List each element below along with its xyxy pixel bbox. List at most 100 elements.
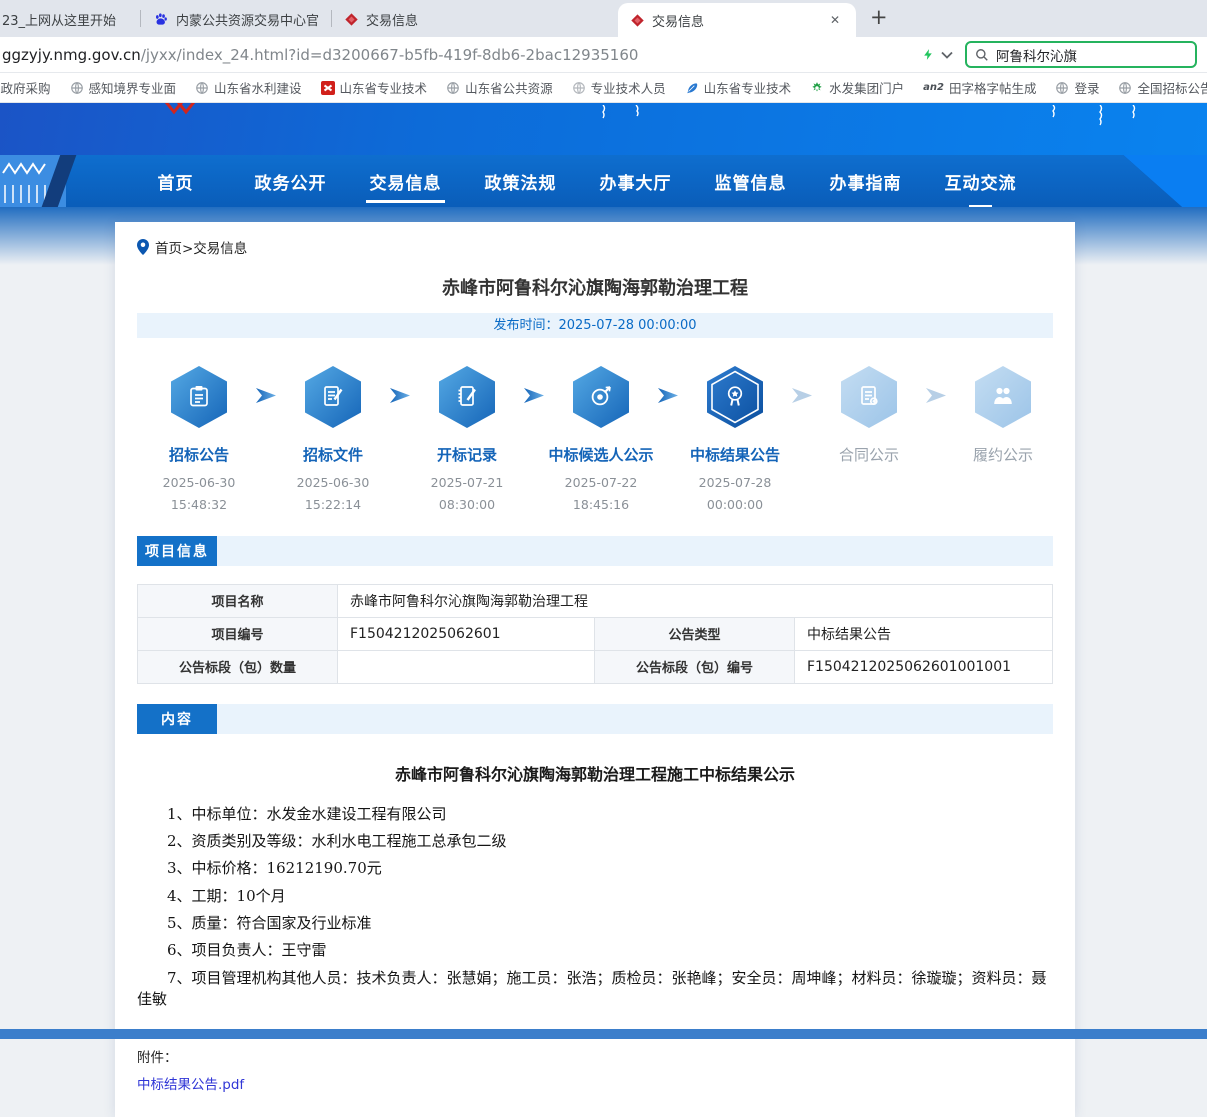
step-winning-result-announcement[interactable]: 中标结果公告 2025-07-2800:00:00 [679, 365, 791, 516]
close-icon[interactable]: ✕ [826, 11, 844, 29]
announcement-type-label: 公告类型 [595, 617, 795, 650]
globe-icon [195, 81, 209, 95]
step-arrow-icon [657, 365, 679, 404]
people-icon [974, 365, 1032, 429]
content-line: 2、资质类别及等级：水利水电工程施工总承包二级 [137, 831, 1053, 852]
nav-item-service-hall[interactable]: 办事大厅 [578, 169, 693, 194]
breadcrumb[interactable]: 首页>交易信息 [137, 237, 1053, 257]
step-winning-candidate-publicity[interactable]: 中标候选人公示 2025-07-2218:45:16 [545, 365, 657, 516]
feather-icon [685, 81, 699, 95]
nav-zigzag-decoration [2, 161, 48, 175]
clipboard-icon [170, 365, 228, 429]
bookmark-item[interactable]: 省政府采购 [0, 78, 51, 97]
notebook-pen-icon [438, 365, 496, 429]
attachment-pdf-link[interactable]: 中标结果公告.pdf [137, 1073, 244, 1093]
step-label: 开标记录 [411, 444, 523, 465]
content-section-header: 内容 [137, 704, 1053, 734]
chevron-down-icon[interactable] [941, 51, 953, 59]
mongolian-script-decoration [1095, 105, 1105, 127]
url-field[interactable]: ggzyjy.nmg.gov.cn/jyxx/index_24.html?id=… [2, 46, 638, 64]
step-datetime: 2025-07-2800:00:00 [679, 472, 791, 516]
file-pen-icon [304, 365, 362, 429]
nav-item-policy[interactable]: 政策法规 [463, 169, 578, 194]
project-name-label: 项目名称 [138, 584, 338, 617]
attachment-label: 附件： [137, 1046, 1053, 1066]
project-number-value: F1504212025062601 [338, 617, 595, 650]
bookmark-item[interactable]: 专业技术人员 [572, 78, 666, 97]
nav-item-supervision[interactable]: 监管信息 [693, 169, 808, 194]
main-navigation: 首页 政务公开 交易信息 政策法规 办事大厅 监管信息 办事指南 互动交流 [0, 155, 1207, 207]
mongolian-script-decoration [598, 105, 608, 121]
tab-separator [331, 10, 332, 27]
content-line: 1、中标单位：水发金水建设工程有限公司 [137, 804, 1053, 825]
content-line: 6、项目负责人：王守雷 [137, 940, 1053, 961]
table-row: 项目名称 赤峰市阿鲁科尔沁旗陶海郭勒治理工程 [138, 584, 1053, 617]
baidu-icon [153, 11, 169, 27]
nav-item-gov-disclosure[interactable]: 政务公开 [233, 169, 348, 194]
section-count-value [338, 650, 595, 683]
page-title: 赤峰市阿鲁科尔沁旗陶海郭勒治理工程 [137, 274, 1053, 300]
new-tab-button[interactable]: + [856, 5, 900, 33]
bookmark-item[interactable]: 感知境界专业面 [70, 78, 177, 97]
content-line: 7、项目管理机构其他人员：技术负责人：张慧娟；施工员：张浩；质检员：张艳峰；安全… [137, 968, 1053, 1011]
bookmark-item[interactable]: 山东省专业技术 [685, 78, 792, 97]
address-bar: ggzyjy.nmg.gov.cn/jyxx/index_24.html?id=… [0, 37, 1207, 73]
target-icon [572, 365, 630, 429]
mongolian-script-decoration [1128, 105, 1138, 121]
bookmark-item[interactable]: 登录 [1055, 78, 1099, 97]
step-arrow-icon [925, 365, 947, 404]
tab-label: 23_上网从这里开始 [2, 10, 116, 29]
url-domain: ggzyjy.nmg.gov.cn [2, 46, 141, 64]
step-datetime: 2025-06-3015:22:14 [277, 472, 389, 516]
step-label: 招标文件 [277, 444, 389, 465]
project-info-section-header: 项目信息 [137, 536, 1053, 566]
bookmark-item[interactable]: 全国招标公告公 [1118, 78, 1207, 97]
bookmark-item[interactable]: 山东省水利建设 [195, 78, 302, 97]
an2-text-icon: an2 [923, 82, 944, 93]
project-name-value: 赤峰市阿鲁科尔沁旗陶海郭勒治理工程 [338, 584, 1053, 617]
page-body: 首页>交易信息 赤峰市阿鲁科尔沁旗陶海郭勒治理工程 发布时间：2025-07-2… [0, 207, 1207, 1039]
step-label: 中标候选人公示 [545, 444, 657, 465]
publish-time-bar: 发布时间：2025-07-28 00:00:00 [137, 313, 1053, 338]
step-tender-announcement[interactable]: 招标公告 2025-06-3015:48:32 [143, 365, 255, 516]
bookmark-item[interactable]: 山东省专业技术 [321, 78, 428, 97]
content-line: 4、工期：10个月 [137, 886, 1053, 907]
step-label: 中标结果公告 [679, 444, 791, 465]
nav-item-trade-info[interactable]: 交易信息 [348, 169, 463, 194]
nav-item-guide[interactable]: 办事指南 [808, 169, 923, 194]
step-tender-document[interactable]: 招标文件 2025-06-3015:22:14 [277, 365, 389, 516]
browser-tab[interactable]: 23_上网从这里开始 [0, 1, 140, 37]
search-icon [975, 48, 989, 62]
browser-tab-active[interactable]: 交易信息 ✕ [618, 3, 856, 37]
browser-tab[interactable]: 交易信息 [332, 1, 618, 37]
step-arrow-icon [791, 365, 813, 404]
browser-tab[interactable]: 内蒙公共资源交易中心官网_百度 [141, 1, 331, 37]
section-count-label: 公告标段（包）数量 [138, 650, 338, 683]
step-label: 履约公示 [947, 444, 1059, 465]
globe-icon [572, 81, 586, 95]
tab-separator [140, 10, 141, 27]
mongolian-script-decoration [632, 105, 642, 117]
step-label: 合同公示 [813, 444, 925, 465]
search-input[interactable]: 阿鲁科尔沁旗 [965, 41, 1197, 68]
step-arrow-icon [389, 365, 411, 404]
content-card: 首页>交易信息 赤峰市阿鲁科尔沁旗陶海郭勒治理工程 发布时间：2025-07-2… [115, 222, 1075, 1117]
step-contract-publicity: 合同公示 [813, 365, 925, 472]
step-arrow-icon [523, 365, 545, 404]
section-badge: 项目信息 [137, 536, 217, 566]
project-number-label: 项目编号 [138, 617, 338, 650]
location-pin-icon [137, 239, 149, 255]
green-gear-icon [810, 81, 824, 95]
section-number-value: F1504212025062601001001 [795, 650, 1053, 683]
nav-item-interaction[interactable]: 互动交流 [923, 169, 1038, 194]
award-icon [706, 365, 764, 429]
search-query: 阿鲁科尔沁旗 [996, 45, 1077, 65]
bookmark-item[interactable]: an2 田字格字帖生成 [923, 78, 1036, 97]
nav-item-home[interactable]: 首页 [118, 169, 233, 194]
step-bid-opening-record[interactable]: 开标记录 2025-07-2108:30:00 [411, 365, 523, 516]
process-steps: 招标公告 2025-06-3015:48:32 招标文件 2025-06-301… [143, 365, 1047, 516]
announcement-title: 赤峰市阿鲁科尔沁旗陶海郭勒治理工程施工中标结果公示 [137, 761, 1053, 785]
bookmark-item[interactable]: 山东省公共资源 [446, 78, 553, 97]
bookmark-item[interactable]: 水发集团门户 [810, 78, 904, 97]
extension-button[interactable] [918, 45, 957, 64]
